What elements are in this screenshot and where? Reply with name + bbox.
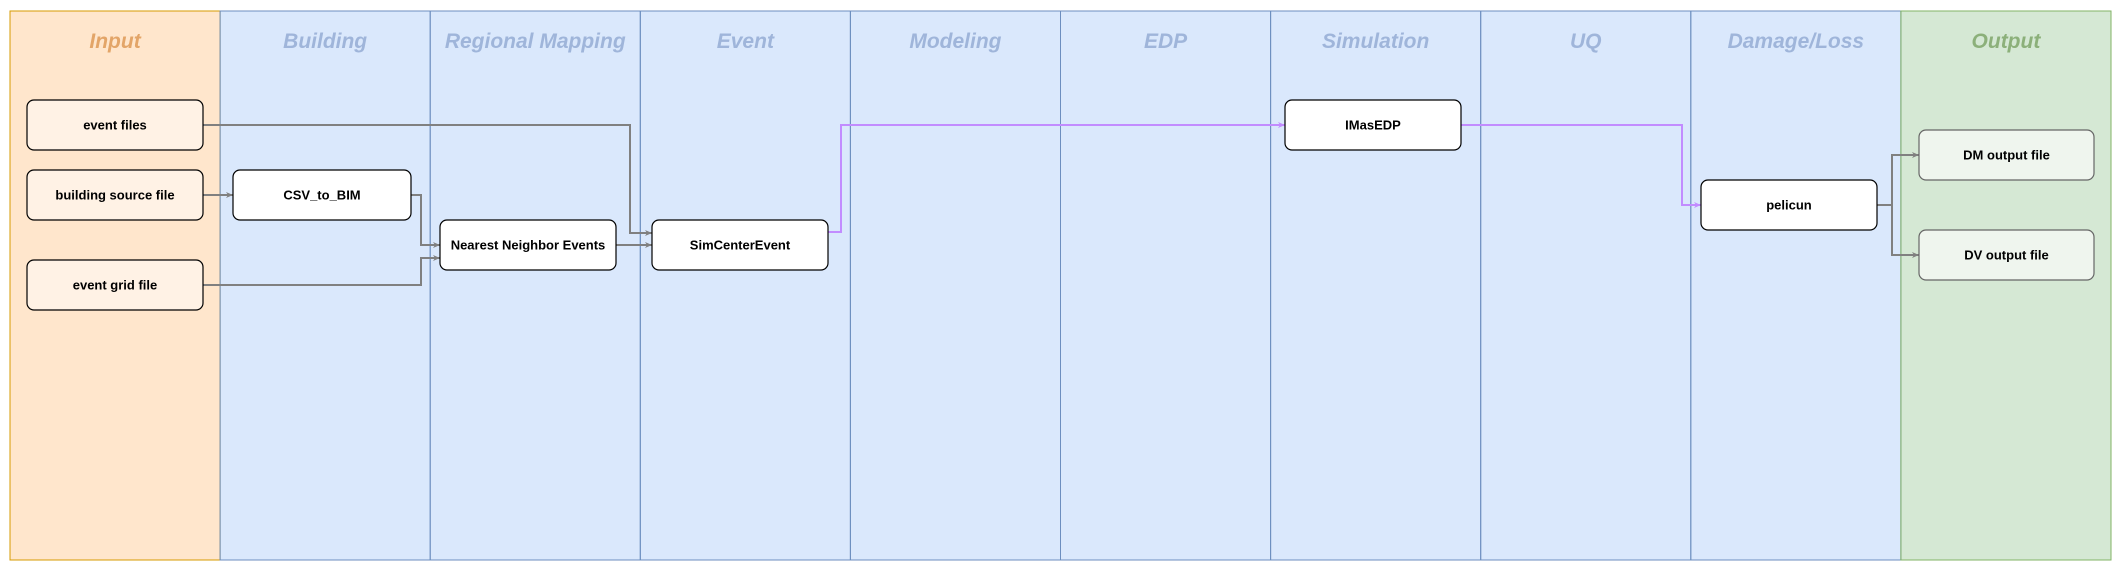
lane-title: Modeling (909, 30, 1001, 53)
node-dm-output[interactable]: DM output file (1918, 129, 2095, 181)
node-event-grid-file[interactable]: event grid file (26, 259, 204, 311)
node-label: building source file (55, 188, 174, 203)
node-event-files[interactable]: event files (26, 99, 204, 151)
node-building-source-file[interactable]: building source file (26, 169, 204, 221)
lane-background (1270, 11, 1481, 560)
node-label: event files (83, 118, 147, 133)
lane-title: Input (89, 30, 141, 53)
lane-title: Damage/Loss (1728, 30, 1865, 53)
lane-background (850, 11, 1061, 560)
node-csv-to-bim[interactable]: CSV_to_BIM (232, 169, 412, 221)
lane-damage-loss: Damage/Loss (1690, 11, 1901, 560)
lane-title: Event (717, 30, 775, 53)
lane-title: Regional Mapping (445, 30, 626, 53)
workflow-diagram: Input Building Regional Mapping Event Modeli… (9, 10, 2112, 561)
lane-simulation: Simulation (1270, 11, 1481, 560)
node-dv-output[interactable]: DV output file (1918, 229, 2095, 281)
node-label: pelicun (1766, 198, 1812, 213)
lane-title: EDP (1144, 30, 1188, 53)
node-label: DV output file (1964, 248, 2049, 263)
lane-event: Event (640, 11, 851, 560)
lane-output: Output (1900, 11, 2111, 560)
node-imasedp[interactable]: IMasEDP (1284, 99, 1462, 151)
lane-background (640, 11, 851, 560)
node-pelicun[interactable]: pelicun (1700, 179, 1878, 231)
lane-uq: UQ (1480, 11, 1691, 560)
lane-modeling: Modeling (850, 11, 1061, 560)
lane-edp: EDP (1060, 11, 1271, 560)
lane-background (1900, 11, 2111, 560)
node-label: CSV_to_BIM (283, 188, 360, 203)
node-label: Nearest Neighbor Events (451, 238, 606, 253)
node-label: SimCenterEvent (690, 238, 791, 253)
lane-background (1690, 11, 1901, 560)
lane-regional-mapping: Regional Mapping (430, 11, 641, 560)
lane-background (1480, 11, 1691, 560)
lane-title: Simulation (1322, 30, 1429, 53)
lane-title: Output (1972, 30, 2042, 53)
lane-background (430, 11, 641, 560)
lane-title: Building (283, 30, 367, 53)
node-label: IMasEDP (1345, 118, 1401, 133)
lane-title: UQ (1570, 30, 1602, 53)
lane-background (1060, 11, 1271, 560)
node-label: DM output file (1963, 148, 2050, 163)
node-simcenter-event[interactable]: SimCenterEvent (651, 219, 829, 271)
node-nearest-neighbor[interactable]: Nearest Neighbor Events (439, 219, 617, 271)
node-label: event grid file (73, 278, 158, 293)
